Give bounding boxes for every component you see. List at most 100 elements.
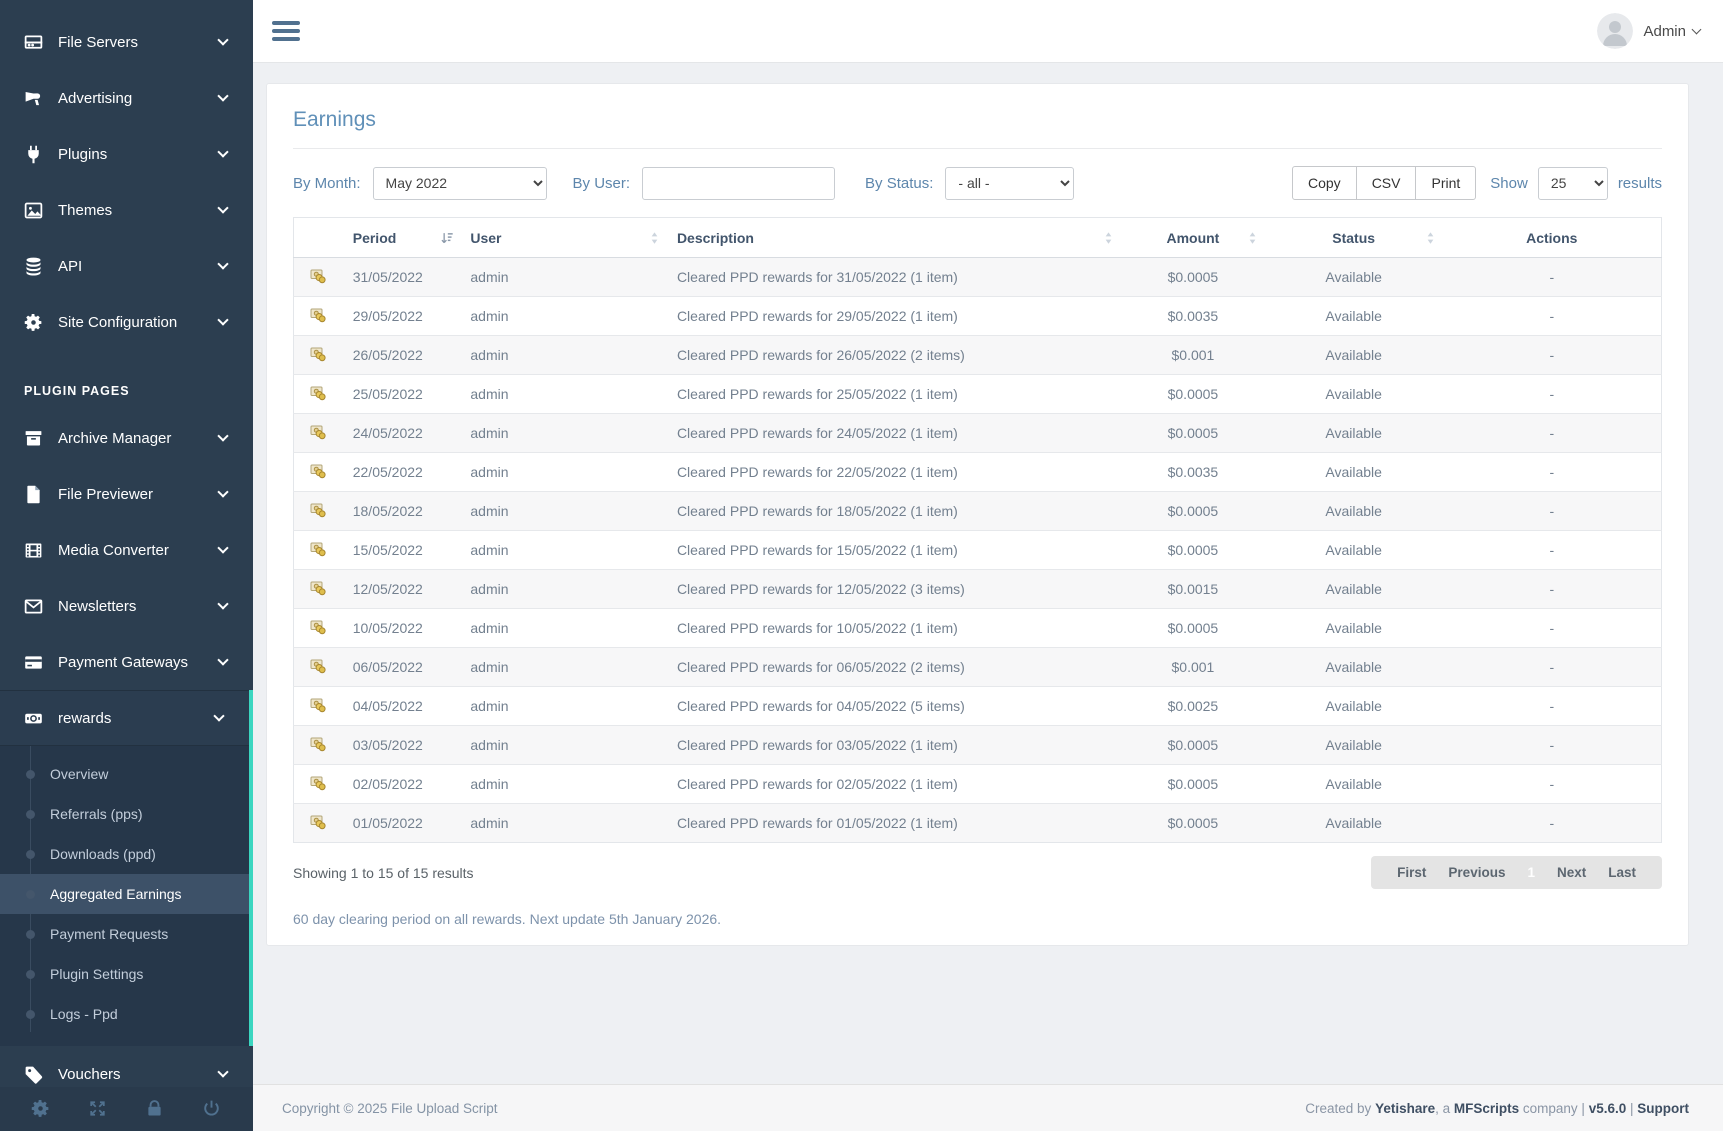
period-cell: 02/05/2022 [343,765,461,804]
amount-cell: $0.0025 [1121,687,1265,726]
page-next-button[interactable]: Next [1557,865,1586,880]
amount-cell: $0.001 [1121,648,1265,687]
sidebar-subitem-referrals-pps[interactable]: Referrals (pps) [0,794,249,834]
avatar [1597,13,1633,49]
sidebar-subitem-label: Referrals (pps) [50,806,143,822]
sidebar-subitem-overview[interactable]: Overview [0,754,249,794]
description-cell: Cleared PPD rewards for 04/05/2022 (5 it… [667,687,1121,726]
status-cell: Available [1265,726,1443,765]
amount-cell: $0.0005 [1121,258,1265,297]
column-header-period[interactable]: Period [343,218,461,258]
admin-dropdown[interactable]: Admin [1597,13,1700,49]
chevron-down-icon [217,430,228,441]
sidebar-item-site-configuration[interactable]: Site Configuration [0,294,253,350]
sidebar-subitem-downloads-ppd[interactable]: Downloads (ppd) [0,834,249,874]
sidebar-subitem-label: Logs - Ppd [50,1006,118,1022]
sidebar-item-label: Advertising [58,90,132,107]
sidebar-subitem-payment-requests[interactable]: Payment Requests [0,914,249,954]
export-button-group: CopyCSVPrint [1292,166,1476,200]
description-cell: Cleared PPD rewards for 10/05/2022 (1 it… [667,609,1121,648]
sidebar-item-label: rewards [58,710,111,727]
sidebar-subitem-aggregated-earnings[interactable]: Aggregated Earnings [0,874,249,914]
chevron-down-icon [217,654,228,665]
user-cell: admin [460,375,667,414]
sidebar-item-plugins[interactable]: Plugins [0,126,253,182]
amount-cell: $0.0005 [1121,492,1265,531]
page-last-button[interactable]: Last [1608,865,1636,880]
column-header-user[interactable]: User [460,218,667,258]
description-cell: Cleared PPD rewards for 26/05/2022 (2 it… [667,336,1121,375]
show-select[interactable]: 25 [1538,167,1608,200]
sidebar-item-label: Payment Gateways [58,654,188,671]
column-header-amount[interactable]: Amount [1121,218,1265,258]
by-user-input[interactable] [642,167,835,200]
mfscripts-link[interactable]: MFScripts [1454,1101,1519,1116]
sidebar-item-archive-manager[interactable]: Archive Manager [0,410,253,466]
filter-row: By Month: May 2022 By User: By Status: -… [293,166,1662,200]
actions-cell: - [1443,414,1662,453]
column-header-label: Period [353,230,397,246]
table-row: 12/05/2022adminCleared PPD rewards for 1… [294,570,1662,609]
chevron-down-icon [217,146,228,157]
period-cell: 12/05/2022 [343,570,461,609]
sidebar-item-rewards[interactable]: rewards [0,690,249,746]
table-footer-row: Showing 1 to 15 of 15 results FirstPrevi… [293,856,1662,889]
by-status-label: By Status: [865,175,933,192]
tag-icon [22,1063,44,1085]
money-icon [310,307,326,323]
money-icon [310,580,326,596]
gear-icon[interactable] [30,1098,52,1120]
page-previous-button[interactable]: Previous [1448,865,1505,880]
copy-button[interactable]: Copy [1292,166,1357,200]
by-status-select[interactable]: - all - [945,167,1074,200]
sidebar-item-themes[interactable]: Themes [0,182,253,238]
sidebar-item-payment-gateways[interactable]: Payment Gateways [0,634,253,690]
sidebar-item-newsletters[interactable]: Newsletters [0,578,253,634]
row-icon-cell [294,258,343,297]
support-link[interactable]: Support [1637,1101,1689,1116]
csv-button[interactable]: CSV [1356,166,1417,200]
sidebar-item-file-previewer[interactable]: File Previewer [0,466,253,522]
user-cell: admin [460,648,667,687]
amount-cell: $0.0005 [1121,609,1265,648]
sidebar-subitem-plugin-settings[interactable]: Plugin Settings [0,954,249,994]
by-user-label: By User: [573,175,631,192]
page-first-button[interactable]: First [1397,865,1426,880]
table-body: 31/05/2022adminCleared PPD rewards for 3… [294,258,1662,843]
table-row: 02/05/2022adminCleared PPD rewards for 0… [294,765,1662,804]
sidebar-subitem-logs-ppd[interactable]: Logs - Ppd [0,994,249,1034]
money-icon [310,463,326,479]
sidebar-item-advertising[interactable]: Advertising [0,70,253,126]
description-cell: Cleared PPD rewards for 29/05/2022 (1 it… [667,297,1121,336]
period-cell: 03/05/2022 [343,726,461,765]
footer-credits: Created by Yetishare, a MFScripts compan… [1305,1101,1689,1116]
yetishare-link[interactable]: Yetishare [1375,1101,1435,1116]
money-icon [310,502,326,518]
lock-icon[interactable] [144,1098,166,1120]
hamburger-menu-icon[interactable] [272,17,300,45]
column-header-status[interactable]: Status [1265,218,1443,258]
period-cell: 25/05/2022 [343,375,461,414]
column-header-label: Status [1332,230,1375,246]
sidebar-item-label: File Servers [58,34,138,51]
money-icon [310,697,326,713]
sidebar-subitem-label: Overview [50,766,108,782]
description-cell: Cleared PPD rewards for 15/05/2022 (1 it… [667,531,1121,570]
row-icon-cell [294,336,343,375]
amount-cell: $0.0005 [1121,726,1265,765]
column-header-description[interactable]: Description [667,218,1121,258]
amount-cell: $0.001 [1121,336,1265,375]
expand-icon[interactable] [87,1098,109,1120]
amount-cell: $0.0015 [1121,570,1265,609]
power-icon[interactable] [201,1098,223,1120]
sidebar-item-api[interactable]: API [0,238,253,294]
sidebar-item-file-servers[interactable]: File Servers [0,14,253,70]
bullet-icon [26,770,35,779]
by-month-select[interactable]: May 2022 [373,167,547,200]
amount-cell: $0.0005 [1121,375,1265,414]
actions-cell: - [1443,336,1662,375]
chevron-down-icon [217,258,228,269]
sidebar-item-media-converter[interactable]: Media Converter [0,522,253,578]
row-icon-cell [294,570,343,609]
print-button[interactable]: Print [1415,166,1476,200]
